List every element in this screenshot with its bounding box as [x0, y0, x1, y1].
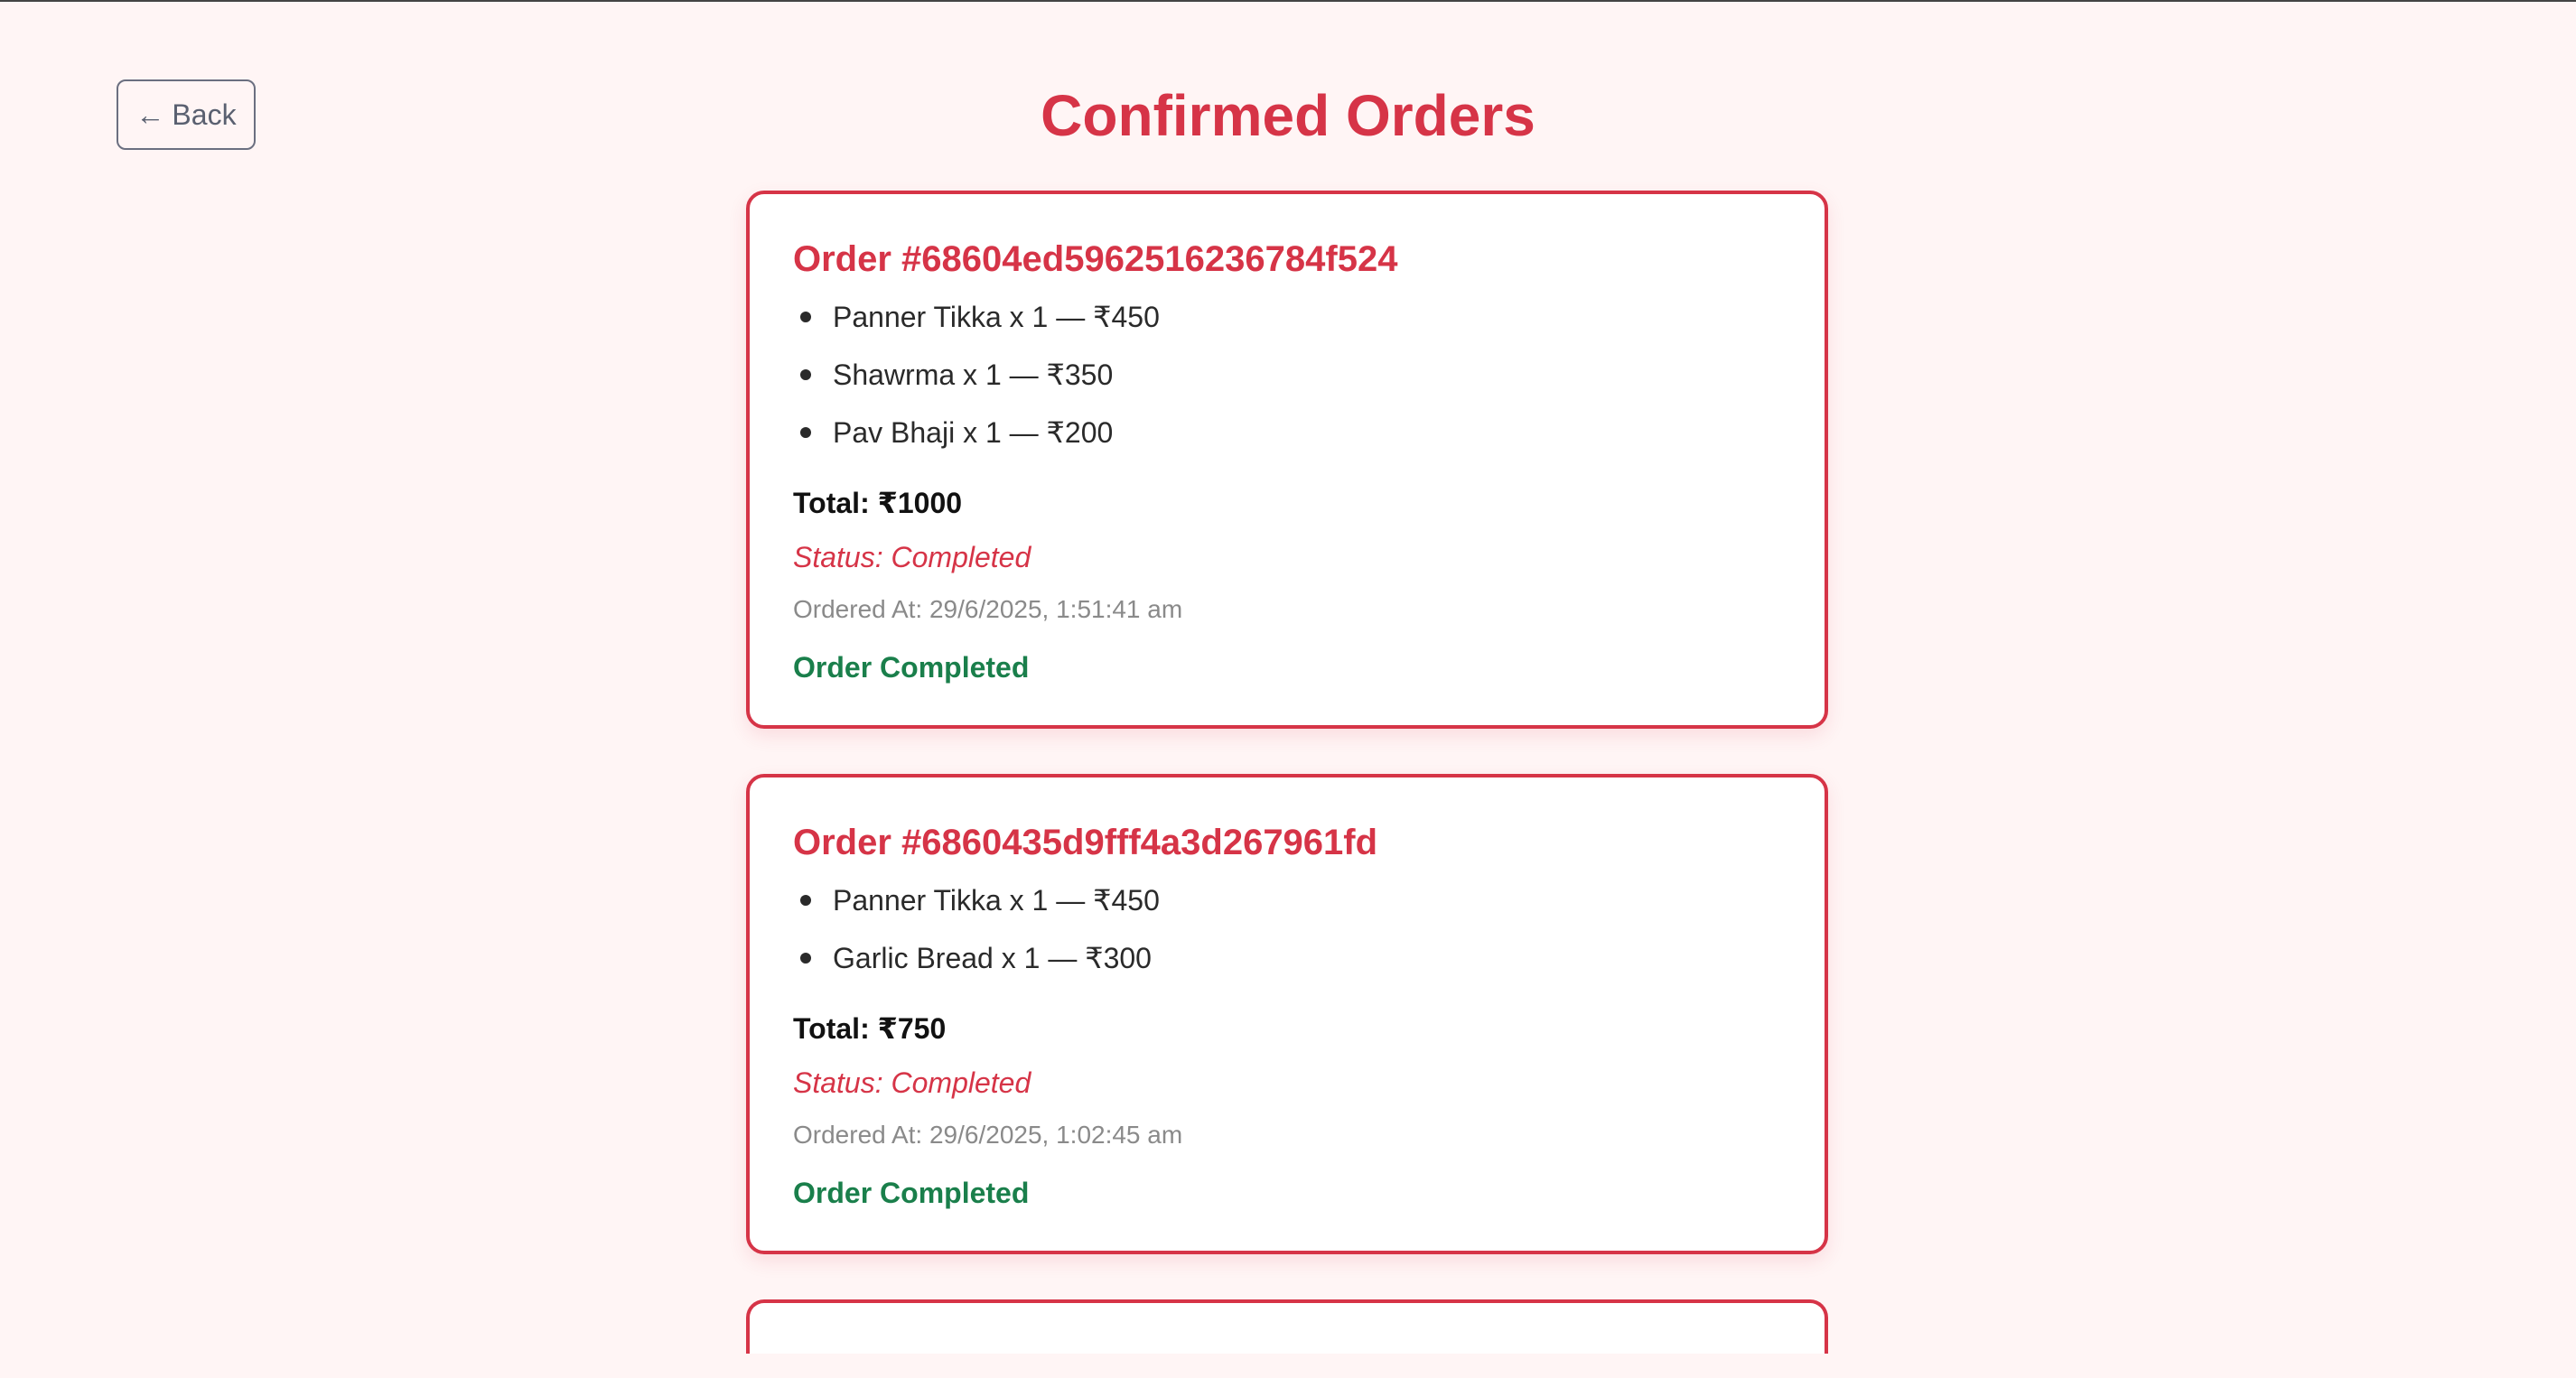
- order-item-text: Garlic Bread x 1 — ₹300: [833, 942, 1152, 974]
- order-timestamp: Ordered At: 29/6/2025, 1:51:41 am: [793, 595, 1183, 623]
- order-item-text: Panner Tikka x 1 — ₹450: [833, 301, 1160, 333]
- order-items: Panner Tikka x 1 — ₹450 Shawrma x 1 — ₹3…: [793, 288, 1781, 461]
- bullet-icon: [800, 953, 811, 964]
- order-item-text: Panner Tikka x 1 — ₹450: [833, 884, 1160, 917]
- order-card: [746, 1299, 1828, 1354]
- order-id: Order #68604ed5962516236784f524: [793, 239, 1398, 279]
- order-card: Order #68604ed5962516236784f524 Panner T…: [746, 191, 1828, 729]
- order-card: Order #6860435d9fff4a3d267961fd Panner T…: [746, 774, 1828, 1254]
- order-status: Status: Completed: [793, 1066, 1031, 1099]
- order-items: Panner Tikka x 1 — ₹450 Garlic Bread x 1…: [793, 871, 1781, 987]
- order-status: Status: Completed: [793, 541, 1031, 573]
- order-completed-label: Order Completed: [793, 1177, 1030, 1209]
- order-item-text: Shawrma x 1 — ₹350: [833, 358, 1114, 391]
- order-completed-label: Order Completed: [793, 651, 1030, 684]
- order-item: Shawrma x 1 — ₹350: [793, 346, 1781, 404]
- orders-list: Order #68604ed5962516236784f524 Panner T…: [746, 191, 1828, 1354]
- order-total: Total: ₹1000: [793, 487, 963, 519]
- order-total: Total: ₹750: [793, 1012, 947, 1045]
- page-title: Confirmed Orders: [1041, 83, 1535, 148]
- order-item: Panner Tikka x 1 — ₹450: [793, 288, 1781, 346]
- order-item-text: Pav Bhaji x 1 — ₹200: [833, 416, 1114, 449]
- bullet-icon: [800, 312, 811, 322]
- bullet-icon: [800, 895, 811, 906]
- order-id: Order #6860435d9fff4a3d267961fd: [793, 823, 1378, 862]
- order-item: Pav Bhaji x 1 — ₹200: [793, 404, 1781, 461]
- order-timestamp: Ordered At: 29/6/2025, 1:02:45 am: [793, 1121, 1183, 1149]
- order-item: Garlic Bread x 1 — ₹300: [793, 929, 1781, 987]
- bullet-icon: [800, 369, 811, 380]
- bullet-icon: [800, 427, 811, 438]
- order-item: Panner Tikka x 1 — ₹450: [793, 871, 1781, 929]
